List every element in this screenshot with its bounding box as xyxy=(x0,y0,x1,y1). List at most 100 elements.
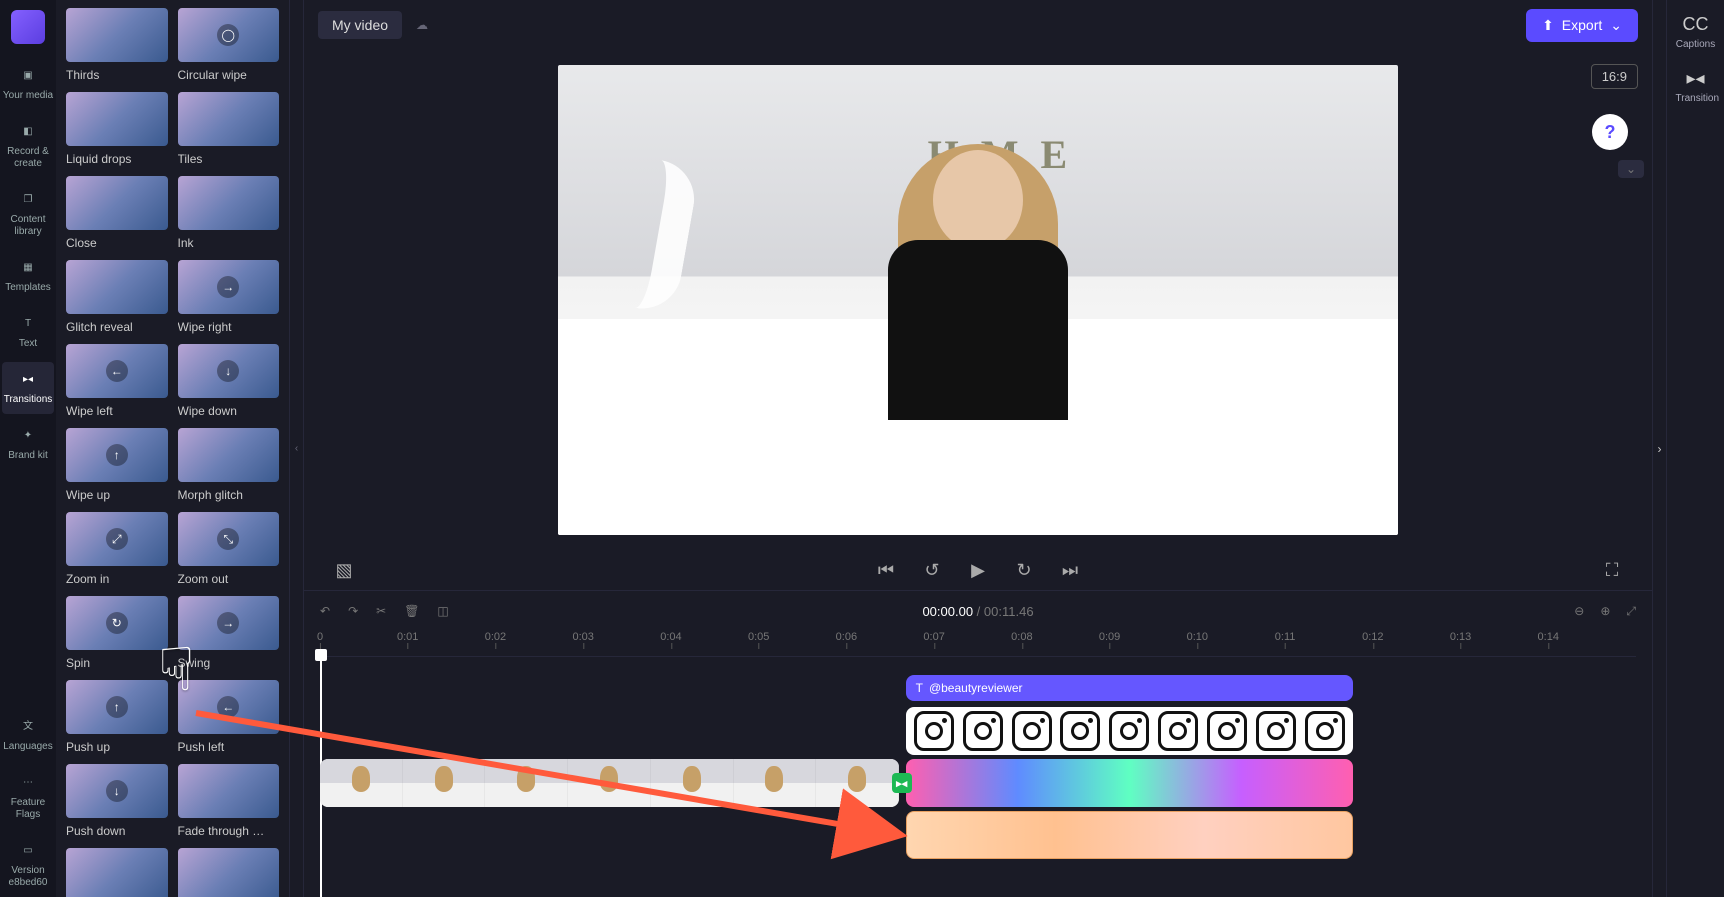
track-bg xyxy=(320,811,1636,859)
transition-props-button[interactable]: ▸◂ Transition xyxy=(1676,68,1716,104)
transition-label: Circular wipe xyxy=(178,68,280,82)
transition-spin[interactable]: ↻Spin xyxy=(66,596,168,670)
transition-glitch-reveal[interactable]: Glitch reveal xyxy=(66,260,168,334)
nav-your-media[interactable]: ▣ Your media xyxy=(2,58,54,110)
hide-ui-icon[interactable]: ▧ xyxy=(334,560,354,581)
transition-close[interactable]: Close xyxy=(66,176,168,250)
transition-ink[interactable]: Ink xyxy=(178,176,280,250)
nav-text[interactable]: T Text xyxy=(2,306,54,358)
transition-label: Glitch reveal xyxy=(66,320,168,334)
transition-label: Tiles xyxy=(178,152,280,166)
ruler-tick: 0:05 xyxy=(748,631,769,643)
transition-thirds[interactable]: Thirds xyxy=(66,8,168,82)
split-button[interactable]: ✂ xyxy=(376,604,386,618)
video-frame-thumb xyxy=(320,759,403,807)
zoom-out-button[interactable]: ⊖ xyxy=(1574,604,1584,619)
skip-back-icon[interactable]: ⏮ xyxy=(876,560,896,581)
nav-languages[interactable]: 文 Languages xyxy=(2,709,54,761)
ruler-tick: 0:03 xyxy=(572,631,593,643)
video-clip-a[interactable] xyxy=(320,759,899,807)
transition-marker[interactable]: ▸◂ xyxy=(892,773,912,793)
cloud-sync-icon[interactable]: ☁︎ xyxy=(416,18,428,32)
crop-button[interactable]: ◫ xyxy=(437,604,448,618)
time-readout: 00:00.00 / 00:11.46 xyxy=(922,604,1033,619)
timeline-ruler[interactable]: 00:010:020:030:040:050:060:070:080:090:1… xyxy=(320,631,1636,657)
transition-label: Push up xyxy=(66,740,168,754)
delete-button[interactable]: 🗑 xyxy=(404,604,419,618)
app-logo[interactable] xyxy=(11,10,45,44)
nav-version[interactable]: ▭ Version e8bed60 xyxy=(2,833,54,897)
transition-push-left[interactable]: ←Push left xyxy=(178,680,280,754)
text-clip-label: @beautyreviewer xyxy=(929,681,1023,695)
text-clip[interactable]: T @beautyreviewer xyxy=(906,675,1353,701)
nav-record-create[interactable]: ◧ Record & create xyxy=(2,114,54,178)
transition-label: Wipe left xyxy=(66,404,168,418)
transition-cross-blur[interactable]: Cross blur xyxy=(178,848,280,897)
transition-push-up[interactable]: ↑Push up xyxy=(66,680,168,754)
transition-fade-through-[interactable]: Fade through … xyxy=(178,764,280,838)
captions-button[interactable]: CC Captions xyxy=(1676,14,1716,50)
timeline-section: ↶ ↷ ✂ 🗑 ◫ 00:00.00 / 00:11.46 ⊖ ⊕ ⤢ 00:0… xyxy=(304,590,1652,897)
fullscreen-icon[interactable]: ⛶ xyxy=(1602,560,1622,581)
chevron-right-icon: › xyxy=(1658,442,1662,456)
transition-zoom-in[interactable]: ⤢Zoom in xyxy=(66,512,168,586)
step-fwd-icon[interactable]: ↻ xyxy=(1014,560,1034,581)
transition-wipe-down[interactable]: ↓Wipe down xyxy=(178,344,280,418)
zoom-fit-button[interactable]: ⤢ xyxy=(1626,604,1636,619)
background-clip[interactable] xyxy=(906,811,1353,859)
text-icon: T xyxy=(916,681,923,695)
video-frame-thumb xyxy=(485,759,568,807)
gradient-clip[interactable] xyxy=(906,759,1353,807)
ruler-tick: 0:10 xyxy=(1187,631,1208,643)
instagram-clip[interactable] xyxy=(906,707,1353,755)
transition-circular-wipe[interactable]: ◯Circular wipe xyxy=(178,8,280,82)
captions-label: Captions xyxy=(1676,39,1715,50)
redo-button[interactable]: ↷ xyxy=(348,604,358,618)
ruler-tick: 0:11 xyxy=(1275,631,1296,643)
nav-brand-kit[interactable]: ✦ Brand kit xyxy=(2,418,54,470)
transition-label: Zoom out xyxy=(178,572,280,586)
transition-zoom-out[interactable]: ⤡Zoom out xyxy=(178,512,280,586)
panel-collapse-toggle[interactable]: ‹ xyxy=(290,0,304,897)
nav-label: Text xyxy=(19,338,37,350)
play-icon[interactable]: ▶ xyxy=(968,560,988,581)
undo-button[interactable]: ↶ xyxy=(320,604,330,618)
transition-push-down[interactable]: ↓Push down xyxy=(66,764,168,838)
upload-icon: ⬆︎ xyxy=(1542,17,1554,34)
text-icon: T xyxy=(18,314,38,334)
nav-content-library[interactable]: ❐ Content library xyxy=(2,182,54,246)
project-title[interactable]: My video xyxy=(318,11,402,39)
transition-tiles[interactable]: Tiles xyxy=(178,92,280,166)
nav-feature-flags[interactable]: ⋯ Feature Flags xyxy=(2,765,54,829)
ruler-tick: 0:08 xyxy=(1011,631,1032,643)
transition-glyph-icon: ↻ xyxy=(106,612,128,634)
nav-label: Your media xyxy=(3,90,53,102)
right-panel-collapse[interactable]: › xyxy=(1652,0,1666,897)
video-preview[interactable]: H M E xyxy=(558,65,1398,535)
transition-morph-glitch[interactable]: Morph glitch xyxy=(178,428,280,502)
nav-label: Brand kit xyxy=(8,450,47,462)
transition-wipe-up[interactable]: ↑Wipe up xyxy=(66,428,168,502)
drawer-toggle[interactable]: ⌄ xyxy=(1618,160,1644,178)
export-button[interactable]: ⬆︎ Export ⌄ xyxy=(1526,9,1638,42)
playback-controls: ▧ ⏮ ↺ ▶ ↻ ⏭ ⛶ xyxy=(304,550,1652,590)
step-back-icon[interactable]: ↺ xyxy=(922,560,942,581)
transition-fade-through-b-[interactable]: Fade through b… xyxy=(66,848,168,897)
skip-fwd-icon[interactable]: ⏭ xyxy=(1060,560,1080,581)
transition-swing[interactable]: →Swing xyxy=(178,596,280,670)
transition-wipe-right[interactable]: →Wipe right xyxy=(178,260,280,334)
help-button[interactable]: ? xyxy=(1592,114,1628,150)
transition-glyph-icon: ⤢ xyxy=(106,528,128,550)
ruler-tick: 0:06 xyxy=(836,631,857,643)
aspect-ratio-button[interactable]: 16:9 xyxy=(1591,64,1638,89)
instagram-icon xyxy=(1012,711,1052,751)
zoom-in-button[interactable]: ⊕ xyxy=(1600,604,1610,619)
templates-icon: ▦ xyxy=(18,258,38,278)
nav-transitions[interactable]: ▸◂ Transitions xyxy=(2,362,54,414)
nav-templates[interactable]: ▦ Templates xyxy=(2,250,54,302)
transition-liquid-drops[interactable]: Liquid drops xyxy=(66,92,168,166)
transition-label: Ink xyxy=(178,236,280,250)
transition-wipe-left[interactable]: ←Wipe left xyxy=(66,344,168,418)
transition-label: Wipe down xyxy=(178,404,280,418)
timeline-tracks[interactable]: ☟ T @beautyreviewer ▸◂ xyxy=(320,657,1636,897)
